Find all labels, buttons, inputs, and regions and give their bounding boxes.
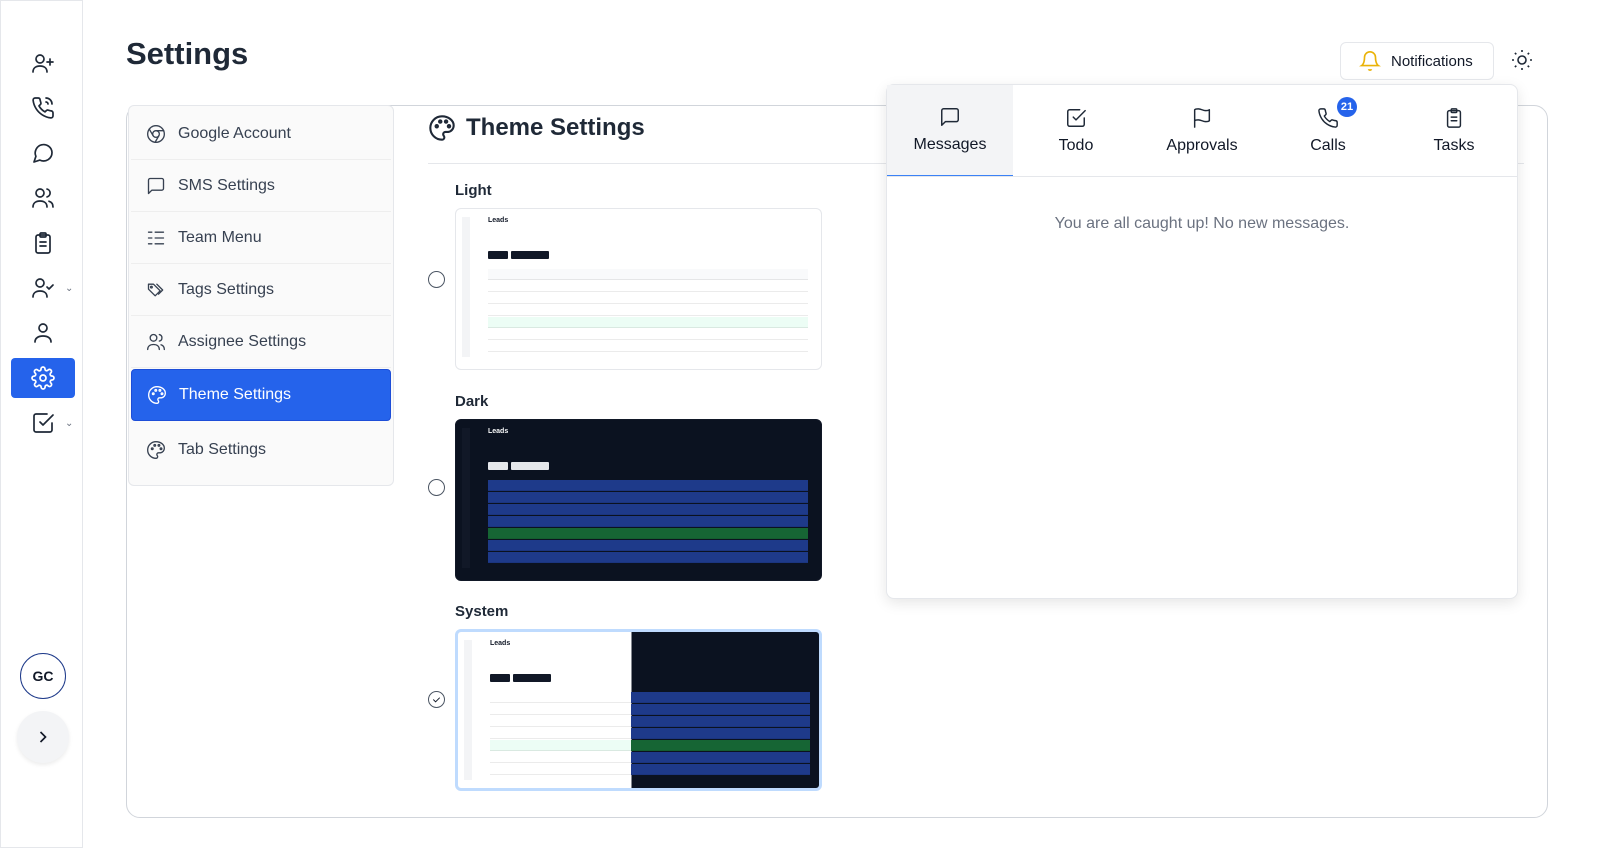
avatar[interactable]: GC: [20, 653, 66, 699]
theme-option-label-system: System: [455, 603, 509, 620]
calls-badge: 21: [1337, 97, 1357, 117]
divider: [887, 176, 1517, 177]
tab-calls[interactable]: Calls 21: [1265, 85, 1391, 177]
add-user-icon[interactable]: [11, 43, 75, 83]
list-checks-icon: [147, 231, 165, 244]
palette-icon: [429, 115, 455, 141]
tab-label: Messages: [913, 136, 987, 153]
menu-item-label: Team Menu: [178, 228, 262, 246]
menu-item-team-menu[interactable]: Team Menu: [131, 212, 391, 264]
tab-messages[interactable]: Messages: [887, 85, 1013, 177]
sun-icon: [1512, 50, 1532, 70]
notifications-panel: Messages Todo Approvals Calls 21 Tasks Y…: [886, 84, 1518, 599]
palette-icon: [148, 386, 167, 404]
theme-radio-light[interactable]: [428, 271, 445, 288]
flag-icon: [1193, 108, 1211, 128]
tab-label: Todo: [1058, 137, 1094, 154]
chat-icon[interactable]: [11, 133, 75, 173]
tab-tasks[interactable]: Tasks: [1391, 85, 1517, 177]
theme-preview-system[interactable]: Leads: [455, 629, 822, 791]
user-icon[interactable]: [11, 313, 75, 353]
check-square-icon: [1067, 109, 1086, 127]
settings-menu: Google Account SMS Settings Team Menu Ta…: [128, 105, 394, 486]
check-icon: [432, 697, 441, 703]
left-rail: ⌄ ⌄ GC: [0, 0, 83, 848]
chevron-down-icon[interactable]: ⌄: [65, 418, 73, 429]
tab-todo[interactable]: Todo: [1013, 85, 1139, 177]
menu-item-google-account[interactable]: Google Account: [131, 108, 391, 160]
theme-settings-title: Theme Settings: [466, 114, 645, 141]
clipboard-icon: [1446, 108, 1462, 128]
menu-item-theme-settings[interactable]: Theme Settings: [131, 369, 391, 421]
tab-approvals[interactable]: Approvals: [1139, 85, 1265, 177]
expand-sidebar-button[interactable]: [17, 711, 69, 763]
empty-state-message: You are all caught up! No new messages.: [1054, 215, 1350, 232]
tab-label: Calls: [1310, 137, 1346, 154]
users-icon: [147, 333, 165, 350]
phone-call-icon: [1318, 108, 1338, 128]
tags-icon: [147, 283, 164, 296]
theme-option-label-light: Light: [455, 182, 492, 199]
chevron-down-icon[interactable]: ⌄: [65, 283, 73, 294]
clipboard-icon[interactable]: [11, 223, 75, 263]
menu-item-sms-settings[interactable]: SMS Settings: [131, 160, 391, 212]
menu-item-tab-settings[interactable]: Tab Settings: [131, 424, 391, 476]
preview-title: Leads: [490, 640, 511, 647]
message-square-icon: [147, 177, 165, 194]
palette-icon: [147, 441, 166, 459]
message-square-icon: [941, 108, 959, 126]
chevron-right-icon: [39, 731, 47, 743]
theme-settings-heading: Theme Settings: [428, 114, 645, 142]
tab-label: Tasks: [1433, 137, 1475, 154]
theme-option-label-dark: Dark: [455, 393, 489, 410]
chrome-icon: [147, 124, 165, 143]
notifications-label: Notifications: [1391, 52, 1473, 70]
notifications-button[interactable]: Notifications: [1340, 42, 1494, 80]
theme-radio-dark[interactable]: [428, 479, 445, 496]
menu-item-label: Google Account: [178, 124, 291, 142]
bell-icon: [1359, 51, 1381, 71]
theme-toggle-button[interactable]: [1510, 48, 1536, 74]
tab-label: Approvals: [1166, 137, 1238, 154]
settings-icon[interactable]: [11, 358, 75, 398]
preview-title: Leads: [488, 217, 509, 224]
users-icon[interactable]: [11, 178, 75, 218]
menu-item-label: Theme Settings: [179, 386, 292, 403]
menu-item-label: Assignee Settings: [178, 332, 307, 350]
menu-item-label: Tab Settings: [178, 441, 267, 458]
menu-item-assignee-settings[interactable]: Assignee Settings: [131, 316, 391, 368]
menu-item-tags-settings[interactable]: Tags Settings: [131, 264, 391, 316]
preview-title: Leads: [488, 428, 509, 435]
menu-item-label: SMS Settings: [178, 176, 275, 194]
menu-item-label: Tags Settings: [178, 280, 275, 298]
page-title: Settings: [126, 36, 249, 71]
theme-radio-system[interactable]: [428, 691, 445, 708]
theme-preview-dark[interactable]: Leads: [455, 419, 822, 581]
phone-icon[interactable]: [11, 88, 75, 128]
theme-preview-light[interactable]: Leads: [455, 208, 822, 370]
